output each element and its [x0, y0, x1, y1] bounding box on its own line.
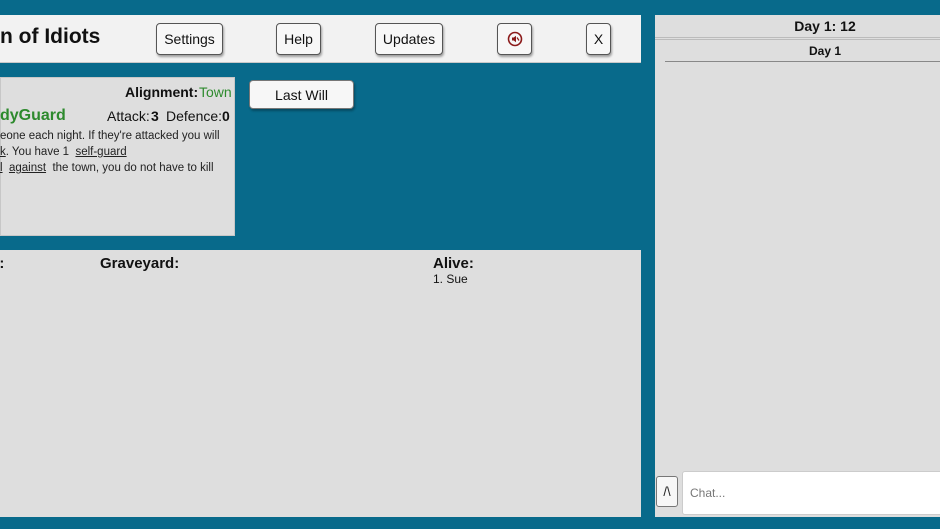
alignment-value: Town	[199, 84, 232, 100]
updates-button[interactable]: Updates	[375, 23, 443, 55]
role-description-link[interactable]: l	[0, 162, 3, 174]
divider	[655, 37, 940, 38]
close-button[interactable]: X	[586, 23, 611, 55]
chat-panel: Day 1: 12 Day 1 /\	[655, 15, 940, 517]
role-name: dyGuard	[0, 107, 66, 124]
day-timer-title: Day 1: 12	[794, 18, 856, 34]
mute-button[interactable]	[497, 23, 532, 55]
alignment-label: Alignment:	[125, 84, 199, 100]
attack-label: Attack:	[107, 108, 150, 124]
graveyard-heading: Graveyard:	[100, 255, 180, 272]
chat-expand-button[interactable]: /\	[656, 476, 678, 507]
divider	[665, 61, 940, 62]
defence-label: Defence:	[166, 108, 223, 124]
role-description-line: l against the town, you do not have to k…	[0, 162, 214, 174]
speaker-muted-icon	[507, 31, 522, 47]
role-description-line: k. You have 1 self-guard	[0, 146, 127, 158]
player-lists-panel: s: Graveyard: Alive: 1. Sue	[0, 250, 641, 517]
role-card: Alignment: Town dyGuard Attack: 3 Defenc…	[0, 77, 235, 236]
self-guard-link[interactable]: self-guard	[75, 146, 126, 158]
chat-input[interactable]	[682, 471, 940, 515]
role-description-text: the town, you do not have to kill	[52, 162, 214, 174]
divider	[655, 39, 940, 40]
against-link[interactable]: against	[9, 162, 46, 174]
defence-value: 0	[222, 108, 230, 124]
alive-heading: Alive:	[433, 255, 474, 272]
attack-value: 3	[151, 108, 159, 124]
day-section-heading: Day 1	[808, 44, 842, 58]
last-will-button[interactable]: Last Will	[249, 80, 354, 109]
help-button[interactable]: Help	[276, 23, 321, 55]
role-description-text: . You have 1	[5, 146, 70, 158]
roles-heading: s:	[0, 255, 4, 272]
settings-button[interactable]: Settings	[156, 23, 223, 55]
game-title: n of Idiots	[0, 25, 101, 48]
alive-player-item[interactable]: 1. Sue	[433, 272, 468, 286]
role-description-line: eone each night. If they're attacked you…	[0, 130, 220, 142]
alive-list: 1. Sue	[433, 272, 468, 286]
